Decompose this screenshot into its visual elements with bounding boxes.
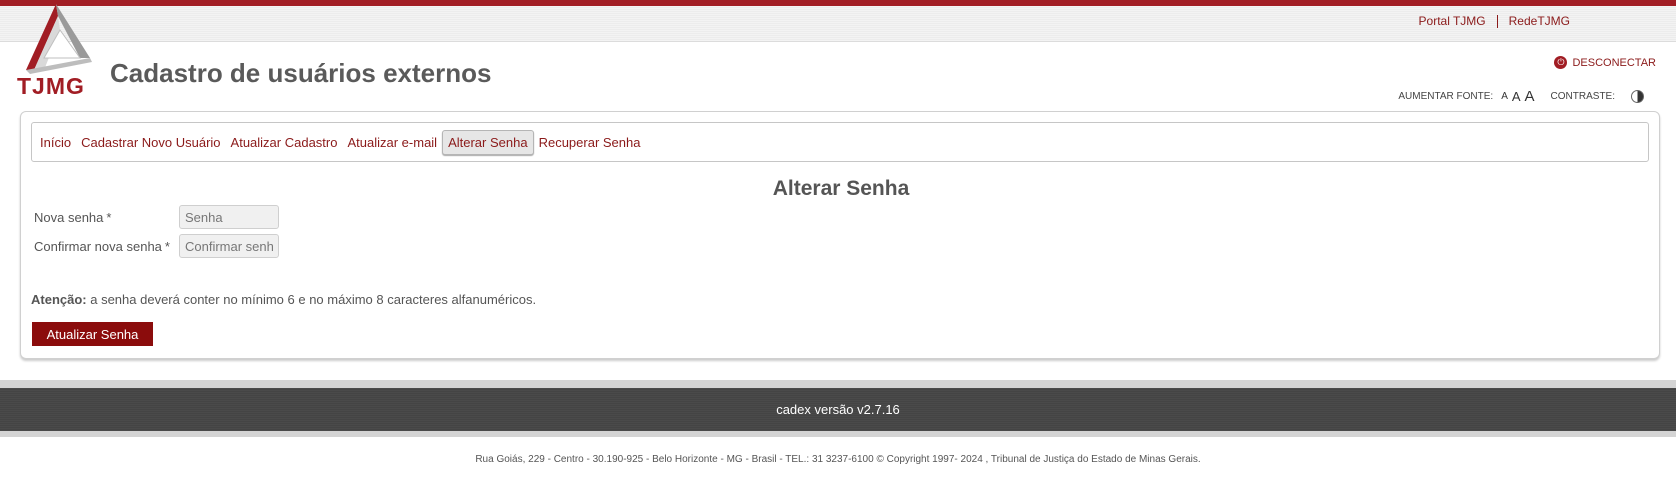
nav-item-inicio[interactable]: Início (35, 131, 76, 154)
nav-item-atualizar-cadastro[interactable]: Atualizar Cadastro (226, 131, 343, 154)
required-marker: * (106, 209, 112, 225)
nav-item-atualizar-email[interactable]: Atualizar e-mail (342, 131, 442, 154)
new-password-label: Nova senha * (34, 210, 179, 225)
update-password-button[interactable]: Atualizar Senha (32, 322, 153, 346)
power-icon: ⏻ (1554, 56, 1568, 69)
footer-separator (0, 380, 1676, 388)
nav-item-cadastrar-novo-usuario[interactable]: Cadastrar Novo Usuário (76, 131, 225, 154)
version-text: cadex versão v2.7.16 (776, 402, 900, 417)
font-size-small-button[interactable]: A (1501, 91, 1508, 102)
new-password-input[interactable] (179, 205, 279, 229)
portal-tjmg-link[interactable]: Portal TJMG (1408, 15, 1497, 28)
confirm-password-row: Confirmar nova senha * (34, 234, 279, 258)
accessibility-bar: AUMENTAR FONTE: A A A CONTRASTE: (1398, 88, 1644, 105)
page-title: Cadastro de usuários externos (110, 58, 492, 88)
nav-item-alterar-senha[interactable]: Alterar Senha (442, 129, 534, 155)
footer-address: Rua Goiás, 229 - Centro - 30.190-925 - B… (475, 454, 1201, 465)
font-size-label: AUMENTAR FONTE: (1398, 91, 1494, 102)
required-marker: * (164, 238, 170, 254)
top-strip: Portal TJMG RedeTJMG (0, 6, 1676, 42)
disconnect-button[interactable]: ⏻ DESCONECTAR (1554, 56, 1656, 69)
nav-menu: Início Cadastrar Novo Usuário Atualizar … (31, 122, 1649, 162)
contrast-icon[interactable] (1631, 90, 1644, 103)
disconnect-label: DESCONECTAR (1572, 56, 1656, 69)
confirm-password-label: Confirmar nova senha * (34, 239, 179, 254)
font-size-large-button[interactable]: A (1525, 88, 1535, 105)
footer-version-bar: cadex versão v2.7.16 (0, 388, 1676, 431)
form-title: Alterar Senha (772, 177, 910, 200)
tjmg-logo-icon (26, 4, 92, 74)
top-links: Portal TJMG RedeTJMG (1408, 15, 1581, 28)
new-password-row: Nova senha * (34, 205, 279, 229)
attention-label: Atenção: (31, 292, 87, 307)
rede-tjmg-link[interactable]: RedeTJMG (1496, 15, 1581, 28)
confirm-password-label-text: Confirmar nova senha (34, 238, 162, 254)
page: Portal TJMG RedeTJMG TJMG Cadastro de us… (0, 0, 1676, 481)
logo-text: TJMG (17, 73, 85, 99)
contrast-label: CONTRASTE: (1550, 91, 1615, 102)
attention-note: Atenção: a senha deverá conter no mínimo… (31, 292, 536, 307)
nav-item-recuperar-senha[interactable]: Recuperar Senha (534, 131, 646, 154)
main-panel: Início Cadastrar Novo Usuário Atualizar … (20, 111, 1660, 359)
attention-text: a senha deverá conter no mínimo 6 e no m… (86, 292, 537, 307)
confirm-password-input[interactable] (179, 234, 279, 258)
font-size-medium-button[interactable]: A (1512, 89, 1521, 104)
footer-separator-bottom (0, 431, 1676, 437)
new-password-label-text: Nova senha (34, 209, 104, 225)
tjmg-logo[interactable]: TJMG (14, 2, 102, 99)
